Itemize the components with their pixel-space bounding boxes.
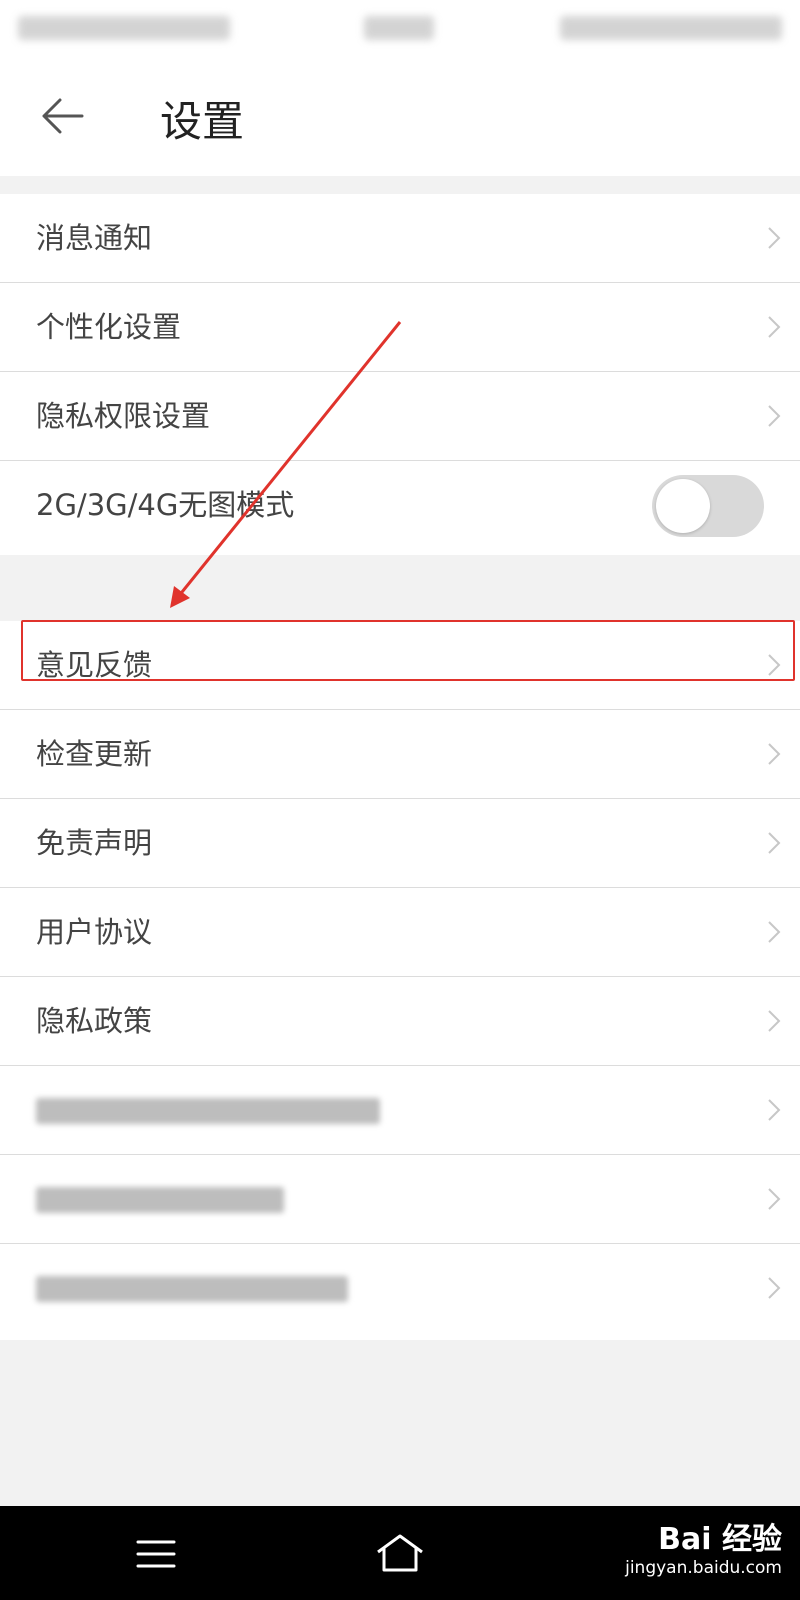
row-label: 隐私政策 [36, 1004, 153, 1038]
settings-row-privacy-policy[interactable]: 隐私政策 [0, 977, 800, 1066]
chevron-right-icon [768, 1099, 781, 1121]
feedback-highlight-box [21, 620, 795, 681]
row-label: 2G/3G/4G无图模式 [36, 488, 295, 522]
chevron-right-icon [768, 1277, 781, 1299]
watermark-sub: jingyan.baidu.com [625, 1558, 782, 1578]
settings-group-general: 消息通知 个性化设置 隐私权限设置 2G/3G/4G无图模式 [0, 194, 800, 555]
settings-row-check-update[interactable]: 检查更新 [0, 710, 800, 799]
settings-row-disclaimer[interactable]: 免责声明 [0, 799, 800, 888]
settings-row-blurred-3[interactable] [0, 1244, 800, 1333]
row-label: 用户协议 [36, 915, 153, 949]
status-right-blur [560, 16, 782, 40]
no-image-mode-toggle[interactable] [652, 475, 764, 537]
chevron-right-icon [768, 1188, 781, 1210]
home-icon[interactable] [372, 1526, 428, 1582]
settings-row-notifications[interactable]: 消息通知 [0, 194, 800, 283]
page-title: 设置 [160, 97, 245, 146]
back-arrow-icon[interactable] [36, 90, 88, 142]
row-label: 隐私权限设置 [36, 399, 211, 433]
section-gap [0, 176, 800, 194]
chevron-right-icon [768, 405, 781, 427]
watermark-main: Bai 经验 [658, 1522, 782, 1557]
blurred-label [36, 1098, 380, 1124]
status-left-blur [18, 16, 230, 40]
menu-icon[interactable] [128, 1526, 184, 1582]
settings-row-blurred-2[interactable] [0, 1155, 800, 1244]
blurred-label [36, 1187, 284, 1213]
app-header: 设置 [0, 60, 800, 177]
toggle-knob [656, 479, 710, 533]
chevron-right-icon [768, 316, 781, 338]
row-label: 免责声明 [36, 826, 153, 860]
chevron-right-icon [768, 832, 781, 854]
chevron-right-icon [768, 1010, 781, 1032]
baidu-jingyan-watermark: Bai 经验 jingyan.baidu.com [625, 1514, 782, 1578]
chevron-right-icon [768, 743, 781, 765]
chevron-right-icon [768, 921, 781, 943]
row-label: 检查更新 [36, 737, 153, 771]
settings-row-blurred-1[interactable] [0, 1066, 800, 1155]
status-time-blur [364, 16, 434, 40]
row-label: 个性化设置 [36, 310, 182, 344]
status-bar [0, 0, 800, 60]
blurred-label [36, 1276, 348, 1302]
system-nav-bar: Bai 经验 jingyan.baidu.com [0, 1506, 800, 1600]
chevron-right-icon [768, 227, 781, 249]
settings-row-user-agreement[interactable]: 用户协议 [0, 888, 800, 977]
settings-row-personalization[interactable]: 个性化设置 [0, 283, 800, 372]
settings-row-privacy-permissions[interactable]: 隐私权限设置 [0, 372, 800, 461]
settings-group-about: 意见反馈 检查更新 免责声明 用户协议 隐私政策 [0, 621, 800, 1340]
row-label: 消息通知 [36, 221, 153, 255]
settings-row-no-image-mode: 2G/3G/4G无图模式 [0, 461, 800, 550]
